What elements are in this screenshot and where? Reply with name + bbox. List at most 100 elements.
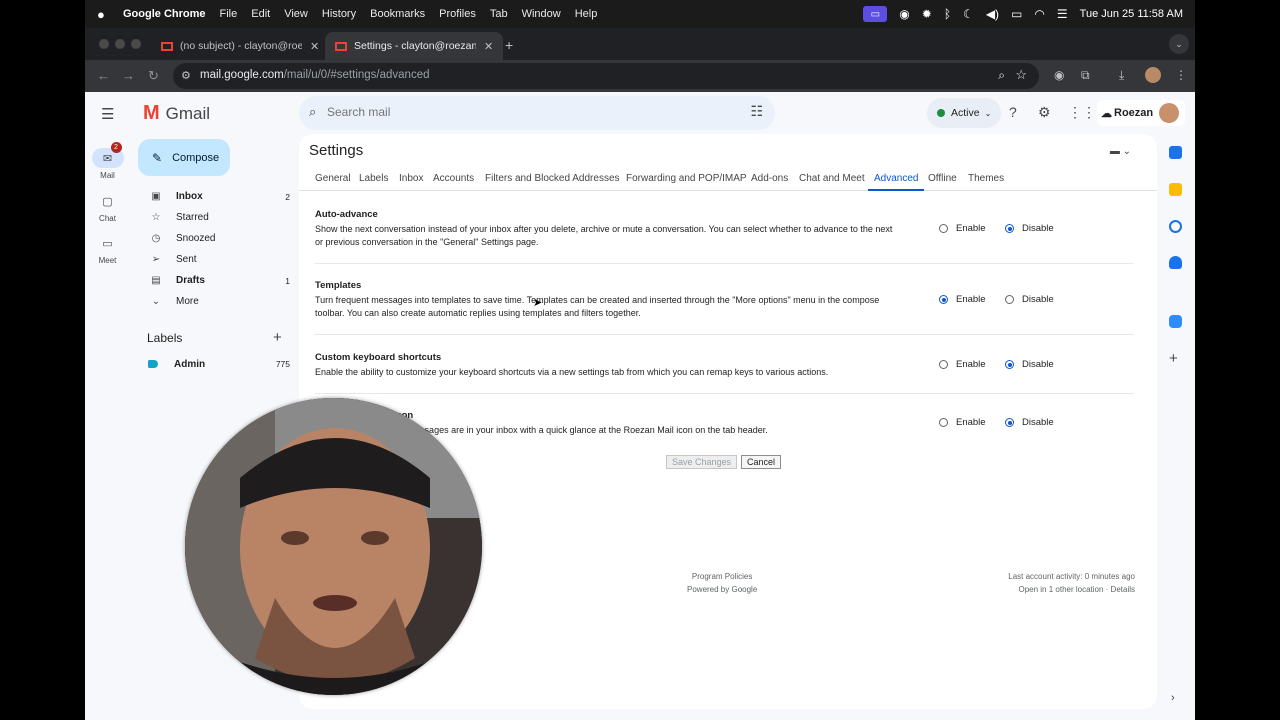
unread-icon-enable-radio[interactable]: Enable	[939, 417, 986, 428]
downloads-icon[interactable]: ⤓	[1119, 68, 1124, 83]
close-window-button[interactable]	[99, 39, 109, 49]
search-input[interactable]	[327, 105, 727, 119]
password-icon[interactable]: ◉	[899, 7, 909, 21]
nav-more[interactable]: ⌄ More	[138, 291, 290, 312]
program-policies-link[interactable]: Program Policies	[687, 570, 757, 583]
cancel-button[interactable]: Cancel	[741, 455, 782, 469]
menu-app-name[interactable]: Google Chrome	[123, 8, 206, 20]
close-tab-icon[interactable]: ✕	[310, 40, 319, 53]
screen-record-icon[interactable]: ▭	[863, 6, 888, 22]
zoom-app-icon[interactable]	[1169, 315, 1182, 328]
tab-advanced[interactable]: Advanced	[867, 173, 926, 191]
templates-enable-radio[interactable]: Enable	[939, 294, 986, 305]
help-icon[interactable]: ?	[1009, 104, 1017, 120]
wifi-icon[interactable]: ◠	[1034, 7, 1044, 21]
minimize-window-button[interactable]	[115, 39, 125, 49]
tasks-icon[interactable]	[1169, 220, 1182, 233]
tab-filters[interactable]: Filters and Blocked Addresses	[485, 173, 620, 184]
rail-mail[interactable]: ✉ 2 Mail	[85, 142, 130, 180]
tab-labels[interactable]: Labels	[359, 173, 388, 184]
compose-button[interactable]: ✎ Compose	[138, 139, 230, 176]
add-addon-icon[interactable]: +	[1169, 350, 1178, 367]
templates-disable-radio[interactable]: Disable	[1005, 294, 1054, 305]
apps-grid-icon[interactable]: ⋮⋮	[1068, 104, 1096, 121]
label-admin[interactable]: Admin 775	[148, 357, 290, 371]
apple-icon[interactable]: ●	[97, 7, 111, 22]
menu-bookmarks[interactable]: Bookmarks	[370, 8, 425, 20]
search-options-icon[interactable]: ☷	[750, 103, 763, 120]
bookmark-star-icon[interactable]: ☆	[1015, 67, 1027, 83]
tab-chat-meet[interactable]: Chat and Meet	[799, 173, 865, 184]
profile-avatar[interactable]	[1145, 67, 1161, 83]
menu-history[interactable]: History	[322, 8, 356, 20]
bluetooth-icon[interactable]: ᛒ	[944, 7, 951, 21]
gmail-logo[interactable]: M Gmail	[143, 102, 210, 125]
browser-tab-draft[interactable]: (no subject) - clayton@roezan ✕	[151, 32, 329, 60]
keep-icon[interactable]	[1169, 183, 1182, 196]
tab-general[interactable]: General	[315, 173, 351, 184]
zoom-window-button[interactable]	[131, 39, 141, 49]
menu-tab[interactable]: Tab	[490, 8, 508, 20]
nav-inbox[interactable]: ▣ Inbox 2	[138, 186, 290, 207]
account-avatar[interactable]	[1159, 103, 1180, 123]
divider	[315, 263, 1133, 264]
auto-advance-disable-radio[interactable]: Disable	[1005, 223, 1054, 234]
menu-profiles[interactable]: Profiles	[439, 8, 476, 20]
tab-inbox[interactable]: Inbox	[399, 173, 423, 184]
volume-icon[interactable]: ◀)	[986, 7, 999, 21]
forward-arrow-icon[interactable]: →	[122, 68, 135, 83]
nav-sent[interactable]: ➢ Sent	[138, 249, 290, 270]
contacts-icon[interactable]	[1169, 256, 1182, 269]
nav-starred[interactable]: ☆ Starred	[138, 207, 290, 228]
tab-addons[interactable]: Add-ons	[751, 173, 788, 184]
menu-window[interactable]: Window	[522, 8, 561, 20]
menu-view[interactable]: View	[284, 8, 308, 20]
tab-offline[interactable]: Offline	[928, 173, 957, 184]
tab-search-icon[interactable]: ⌄	[1169, 34, 1189, 54]
address-bar[interactable]: ⚙ mail.google.com/mail/u/0/#settings/adv…	[173, 63, 1039, 89]
shortcuts-enable-radio[interactable]: Enable	[939, 359, 986, 370]
menu-edit[interactable]: Edit	[251, 8, 270, 20]
menubar-clock[interactable]: Tue Jun 25 11:58 AM	[1080, 8, 1183, 20]
tab-forwarding[interactable]: Forwarding and POP/IMAP	[626, 173, 747, 184]
rail-chat[interactable]: ▢ Chat	[85, 191, 130, 224]
calendar-icon[interactable]	[1169, 146, 1182, 159]
nav-snoozed[interactable]: ◷ Snoozed	[138, 228, 290, 249]
settings-gear-icon[interactable]: ⚙	[1038, 104, 1051, 121]
battery-icon[interactable]: ▭	[1011, 7, 1022, 21]
nav-drafts[interactable]: ▤ Drafts 1	[138, 270, 290, 291]
brightness-icon[interactable]: ✹	[922, 7, 932, 21]
shortcuts-disable-radio[interactable]: Disable	[1005, 359, 1054, 370]
input-tools-icon[interactable]: ▬ ⌄	[1110, 146, 1131, 157]
status-dropdown[interactable]: Active ⌄	[927, 98, 1002, 128]
auto-advance-enable-radio[interactable]: Enable	[939, 223, 986, 234]
focus-moon-icon[interactable]: ☾	[963, 7, 974, 21]
presenter-video	[185, 398, 482, 695]
password-manager-icon[interactable]: ◉	[1054, 68, 1064, 82]
rail-meet[interactable]: ▭ Meet	[85, 233, 130, 266]
url-text[interactable]: mail.google.com/mail/u/0/#settings/advan…	[200, 69, 430, 81]
main-menu-icon[interactable]: ☰	[101, 105, 114, 123]
chevron-right-icon[interactable]: ›	[1171, 692, 1175, 704]
option-label: Enable	[956, 417, 986, 428]
control-center-icon[interactable]: ☰	[1057, 7, 1068, 21]
menu-file[interactable]: File	[220, 8, 238, 20]
account-brand[interactable]: ☁ Roezan	[1097, 100, 1185, 126]
unread-icon-disable-radio[interactable]: Disable	[1005, 417, 1054, 428]
tab-accounts[interactable]: Accounts	[433, 173, 474, 184]
new-tab-icon[interactable]: +	[505, 37, 513, 53]
extensions-icon[interactable]: ⧉	[1081, 68, 1090, 83]
back-arrow-icon[interactable]: ←	[97, 68, 110, 83]
search-icon[interactable]: ⌕	[309, 104, 316, 120]
browser-tab-settings[interactable]: Settings - clayton@roezan.co ✕	[325, 32, 504, 60]
add-label-icon[interactable]: +	[273, 329, 282, 346]
reload-icon[interactable]: ↻	[148, 68, 159, 84]
tab-themes[interactable]: Themes	[968, 173, 1004, 184]
close-tab-icon[interactable]: ✕	[484, 40, 493, 53]
more-menu-icon[interactable]: ⋮	[1175, 68, 1187, 82]
menu-help[interactable]: Help	[575, 8, 598, 20]
site-info-icon[interactable]: ⚙	[181, 69, 191, 82]
activity-details-link[interactable]: Open in 1 other location · Details	[1008, 583, 1135, 596]
save-changes-button[interactable]: Save Changes	[666, 455, 738, 469]
zoom-icon[interactable]: ⌕	[998, 68, 1005, 83]
